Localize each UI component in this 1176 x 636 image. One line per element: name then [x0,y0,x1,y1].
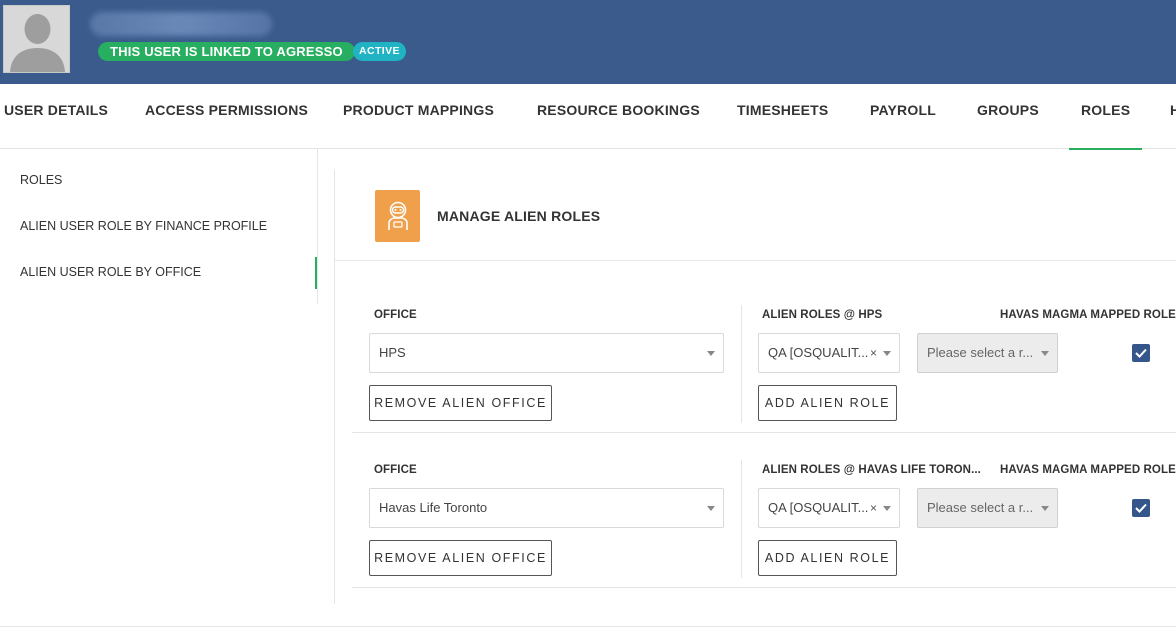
mapped-role-select[interactable]: Please select a r... [917,333,1058,373]
row-divider [352,432,1176,433]
alien-role-select[interactable]: QA [OSQUALIT... × [758,488,900,528]
tab-roles[interactable]: ROLES [1068,84,1143,150]
mapped-role-checkbox[interactable] [1132,344,1150,362]
checkmark-icon [1135,348,1147,358]
column-divider [741,305,742,423]
remove-alien-office-button[interactable]: REMOVE ALIEN OFFICE [369,385,552,421]
mapped-role-label: HAVAS MAGMA MAPPED ROLE [1000,464,1176,476]
office-label: OFFICE [374,464,417,476]
chevron-down-icon [707,351,715,356]
user-header: THIS USER IS LINKED TO AGRESSO ACTIVE [0,0,1176,84]
tab-user-details[interactable]: USER DETAILS [4,84,108,149]
chevron-down-icon [1041,351,1049,356]
office-select[interactable]: Havas Life Toronto [369,488,724,528]
mapped-role-label: HAVAS MAGMA MAPPED ROLE [1000,309,1176,321]
chevron-down-icon [1041,506,1049,511]
tab-product-mappings[interactable]: PRODUCT MAPPINGS [343,84,494,149]
mapped-role-placeholder: Please select a r... [927,345,1034,360]
tab-resource-bookings[interactable]: RESOURCE BOOKINGS [537,84,700,149]
user-name-blurred [90,12,272,36]
tab-payroll[interactable]: PAYROLL [870,84,936,149]
astronaut-icon [387,201,408,230]
user-silhouette-icon [4,6,69,72]
alien-role-select[interactable]: QA [OSQUALIT... × [758,333,900,373]
tab-access-permissions[interactable]: ACCESS PERMISSIONS [145,84,308,149]
office-select-value: Havas Life Toronto [379,500,488,515]
agresso-linked-badge: THIS USER IS LINKED TO AGRESSO [98,42,355,61]
office-select[interactable]: HPS [369,333,724,373]
clear-icon[interactable]: × [870,334,877,372]
office-label: OFFICE [374,309,417,321]
sidebar-active-indicator [315,257,317,289]
panel-icon [375,190,420,242]
add-alien-role-button[interactable]: ADD ALIEN ROLE [758,540,897,576]
tab-timesheets[interactable]: TIMESHEETS [737,84,828,149]
avatar[interactable] [3,5,70,73]
roles-sidebar: ROLES ALIEN USER ROLE BY FINANCE PROFILE… [0,149,318,304]
panel-header-divider [335,260,1176,261]
chevron-down-icon [883,506,891,511]
sidebar-item-role-by-finance-profile[interactable]: ALIEN USER ROLE BY FINANCE PROFILE [20,219,267,233]
chevron-down-icon [883,351,891,356]
sidebar-item-role-by-office[interactable]: ALIEN USER ROLE BY OFFICE [20,265,201,279]
sidebar-item-roles[interactable]: ROLES [20,173,62,187]
clear-icon[interactable]: × [870,489,877,527]
tab-bar: USER DETAILS ACCESS PERMISSIONS PRODUCT … [0,84,1176,150]
alien-roles-label: ALIEN ROLES @ HAVAS LIFE TORON... [762,464,981,476]
mapped-role-select[interactable]: Please select a r... [917,488,1058,528]
chevron-down-icon [707,506,715,511]
panel-title: MANAGE ALIEN ROLES [437,208,601,224]
row-divider [352,587,1176,588]
page-bottom-divider [0,626,1176,627]
role-chip: QA [OSQUALIT... [768,500,869,515]
add-alien-role-button[interactable]: ADD ALIEN ROLE [758,385,897,421]
mapped-role-placeholder: Please select a r... [927,500,1034,515]
checkmark-icon [1135,503,1147,513]
status-badge: ACTIVE [353,42,406,61]
office-select-value: HPS [379,345,406,360]
tab-groups[interactable]: GROUPS [977,84,1039,149]
column-divider [741,460,742,578]
mapped-role-checkbox[interactable] [1132,499,1150,517]
alien-roles-label: ALIEN ROLES @ HPS [762,309,883,321]
role-chip: QA [OSQUALIT... [768,345,869,360]
tab-overflow[interactable]: H [1170,84,1176,149]
remove-alien-office-button[interactable]: REMOVE ALIEN OFFICE [369,540,552,576]
